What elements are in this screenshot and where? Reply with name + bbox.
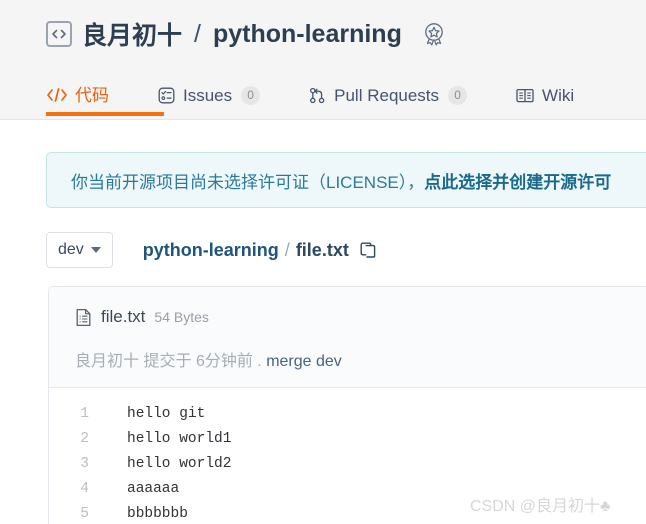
line-content: aaaaaa xyxy=(127,480,180,497)
repo-name[interactable]: python-learning xyxy=(213,20,402,49)
code-line: 4 aaaaaa xyxy=(49,476,646,501)
tab-pull-requests-label: Pull Requests xyxy=(334,85,440,105)
repo-tabs: 代码 Issues 0 Pull Requests 0 Wiki xyxy=(46,74,622,116)
pull-requests-count-badge: 0 xyxy=(448,85,468,105)
tab-active-underline xyxy=(46,112,164,116)
file-viewer-card: file.txt 54 Bytes 良月初十 提交于 6分钟前 . merge … xyxy=(48,286,646,524)
copy-icon[interactable] xyxy=(359,241,377,259)
line-number: 5 xyxy=(80,505,89,522)
branch-name-label: dev xyxy=(58,241,84,258)
file-meta-row: file.txt 54 Bytes xyxy=(75,307,646,327)
license-notice-banner: 你当前开源项目尚未选择许可证（LICENSE）， 点此选择并创建开源许可 xyxy=(46,152,646,208)
tab-issues[interactable]: Issues 0 xyxy=(157,74,286,116)
book-icon xyxy=(515,87,535,104)
repo-title-bar: 良月初十 / python-learning xyxy=(46,16,448,52)
commit-info-row: 良月初十 提交于 6分钟前 . merge dev xyxy=(75,347,646,371)
chevron-down-icon xyxy=(90,247,101,253)
code-brackets-icon xyxy=(46,21,72,47)
line-content: bbbbbbb xyxy=(127,505,188,522)
commit-dot: . xyxy=(257,353,262,370)
code-line: 5 bbbbbbb xyxy=(49,501,646,524)
code-line: 1 hello git xyxy=(49,401,646,426)
code-line: 2 hello world1 xyxy=(49,426,646,451)
breadcrumb-file: file.txt xyxy=(295,239,349,260)
line-content: hello git xyxy=(127,405,206,422)
file-name-label: file.txt xyxy=(101,307,146,326)
git-pull-request-icon xyxy=(308,86,327,105)
code-slash-icon xyxy=(46,86,68,104)
repository-file-page: 良月初十 / python-learning 代码 Issues 0 Pull … xyxy=(0,0,646,524)
branch-breadcrumb-row: dev python-learning / file.txt xyxy=(46,232,377,268)
file-size-label: 54 Bytes xyxy=(154,309,209,325)
line-number: 3 xyxy=(80,455,89,472)
breadcrumb: python-learning / file.txt xyxy=(143,240,377,261)
license-notice-text: 你当前开源项目尚未选择许可证（LICENSE）， xyxy=(71,172,425,192)
breadcrumb-repo[interactable]: python-learning xyxy=(143,240,279,261)
issue-list-icon xyxy=(157,86,176,105)
issues-count-badge: 0 xyxy=(241,85,261,105)
branch-selector[interactable]: dev xyxy=(46,232,113,268)
repo-title-separator: / xyxy=(194,19,201,48)
tab-code[interactable]: 代码 xyxy=(46,74,164,116)
line-number: 4 xyxy=(80,480,89,497)
breadcrumb-separator: / xyxy=(284,239,290,260)
commit-action: 提交于 xyxy=(143,353,192,370)
award-star-icon[interactable] xyxy=(420,20,448,48)
commit-message[interactable]: merge dev xyxy=(266,353,342,370)
commit-author[interactable]: 良月初十 xyxy=(75,353,139,370)
tab-pull-requests[interactable]: Pull Requests 0 xyxy=(308,74,493,116)
code-line: 3 hello world2 xyxy=(49,451,646,476)
license-create-link[interactable]: 点此选择并创建开源许可 xyxy=(424,168,611,193)
tab-code-label: 代码 xyxy=(75,85,109,105)
file-content-code: 1 hello git 2 hello world1 3 hello world… xyxy=(49,388,646,524)
tab-wiki-label: Wiki xyxy=(542,85,575,105)
repo-owner[interactable]: 良月初十 xyxy=(82,16,182,52)
line-number: 1 xyxy=(80,405,89,422)
file-text-icon xyxy=(75,308,92,327)
file-card-header: file.txt 54 Bytes 良月初十 提交于 6分钟前 . merge … xyxy=(49,287,646,388)
tab-wiki[interactable]: Wiki xyxy=(515,74,600,116)
line-content: hello world1 xyxy=(127,430,232,447)
line-content: hello world2 xyxy=(127,455,232,472)
tab-issues-label: Issues xyxy=(183,85,233,105)
line-number: 2 xyxy=(80,430,89,447)
commit-time: 6分钟前 xyxy=(195,353,253,370)
